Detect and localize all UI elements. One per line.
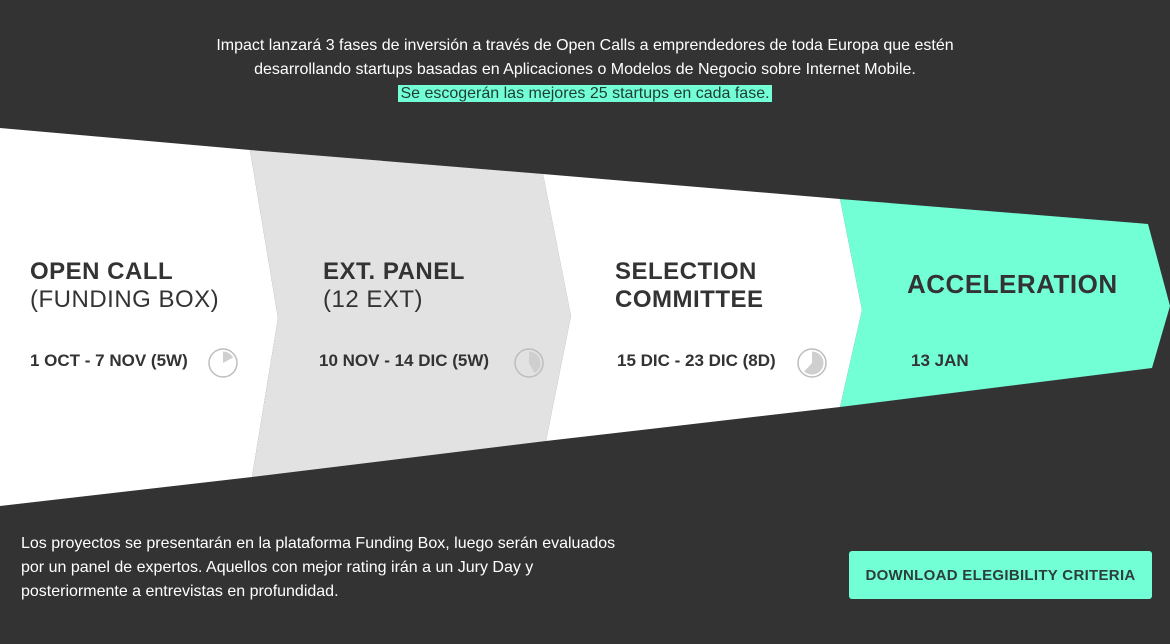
phase-4-band: [840, 199, 1170, 407]
phase-title: ACCELERATION: [907, 269, 1118, 299]
phase-date: 13 JAN: [911, 351, 969, 370]
phase-title-line-2: COMMITTEE: [615, 286, 764, 313]
phase-open-call: OPEN CALL (FUNDING BOX): [30, 258, 219, 314]
clock-progress-wedge: [804, 351, 824, 375]
phase-selection-committee: SELECTION COMMITTEE: [615, 258, 764, 314]
phase-date: 10 NOV - 14 DIC (5W): [319, 351, 490, 370]
clock-icon: [514, 348, 544, 378]
process-description: Los proyectos se presentarán en la plata…: [21, 535, 616, 600]
phase-title: OPEN CALL: [30, 258, 174, 285]
phase-1-band: [0, 128, 278, 506]
phase-subtitle: (FUNDING BOX): [30, 286, 220, 313]
phase-date: 15 DIC - 23 DIC (8D): [617, 351, 776, 370]
clock-progress-wedge: [529, 351, 541, 374]
phase-date: 1 OCT - 7 NOV (5W): [30, 351, 188, 370]
clock-icon: [208, 348, 238, 378]
clock-icon: [797, 348, 827, 378]
phase-acceleration: ACCELERATION: [907, 270, 1118, 298]
phase-title: EXT. PANEL: [323, 258, 465, 285]
phase-subtitle: (12 EXT): [323, 286, 424, 313]
clock-progress-wedge: [223, 351, 234, 363]
phase-ext-panel: EXT. PANEL (12 EXT): [323, 258, 465, 314]
download-elegibility-criteria-button[interactable]: DOWNLOAD ELEGIBILITY CRITERIA: [849, 551, 1152, 599]
phase-title-line-1: SELECTION: [615, 258, 757, 285]
